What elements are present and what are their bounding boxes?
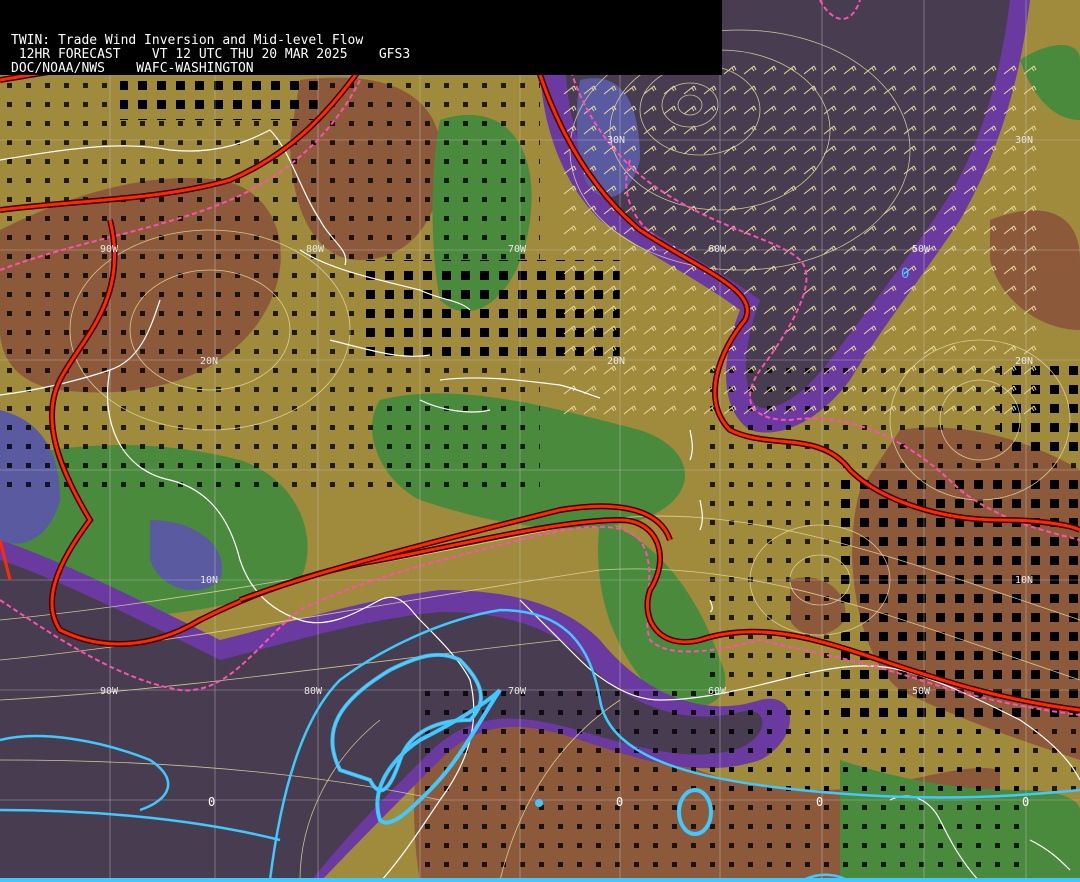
lon-label: 70W <box>508 686 527 697</box>
lat-label: 10N <box>1015 575 1033 586</box>
issuing-agency: DOC/NOAA/NWS WAFC-WASHINGTON <box>11 61 254 76</box>
lon-label: 80W <box>304 686 323 697</box>
forecast-valid-time: 12HR FORECAST VT 12 UTC THU 20 MAR 2025 … <box>11 47 411 62</box>
equator-label: 0 <box>816 795 823 809</box>
equator-label: 0 <box>616 795 623 809</box>
lat-label: 30N <box>607 135 625 146</box>
lat-label: 20N <box>1015 356 1033 367</box>
product-title: TWIN: Trade Wind Inversion and Mid-level… <box>11 33 364 48</box>
cyan-contour-label: 0 <box>901 266 909 282</box>
equator-label: 0 <box>208 795 215 809</box>
lon-label: 70W <box>508 244 527 255</box>
lon-label: 80W <box>306 244 325 255</box>
lon-label: 50W <box>912 686 931 697</box>
lon-label: 60W <box>708 686 727 697</box>
lon-label: 90W <box>100 686 119 697</box>
lon-label: 60W <box>708 244 727 255</box>
forecast-map: 90W 80W 70W 60W 50W 90W 80W 70W 60W 50W … <box>0 0 1080 882</box>
lon-label: 90W <box>100 244 119 255</box>
equator-label: 0 <box>1022 795 1029 809</box>
lat-label: 10N <box>200 575 218 586</box>
lon-label: 50W <box>912 244 931 255</box>
lat-label: 20N <box>200 356 218 367</box>
lat-label: 30N <box>1015 135 1033 146</box>
lat-label: 20N <box>607 356 625 367</box>
forecast-header: TWIN: Trade Wind Inversion and Mid-level… <box>0 0 722 76</box>
bottom-border <box>0 878 1080 882</box>
